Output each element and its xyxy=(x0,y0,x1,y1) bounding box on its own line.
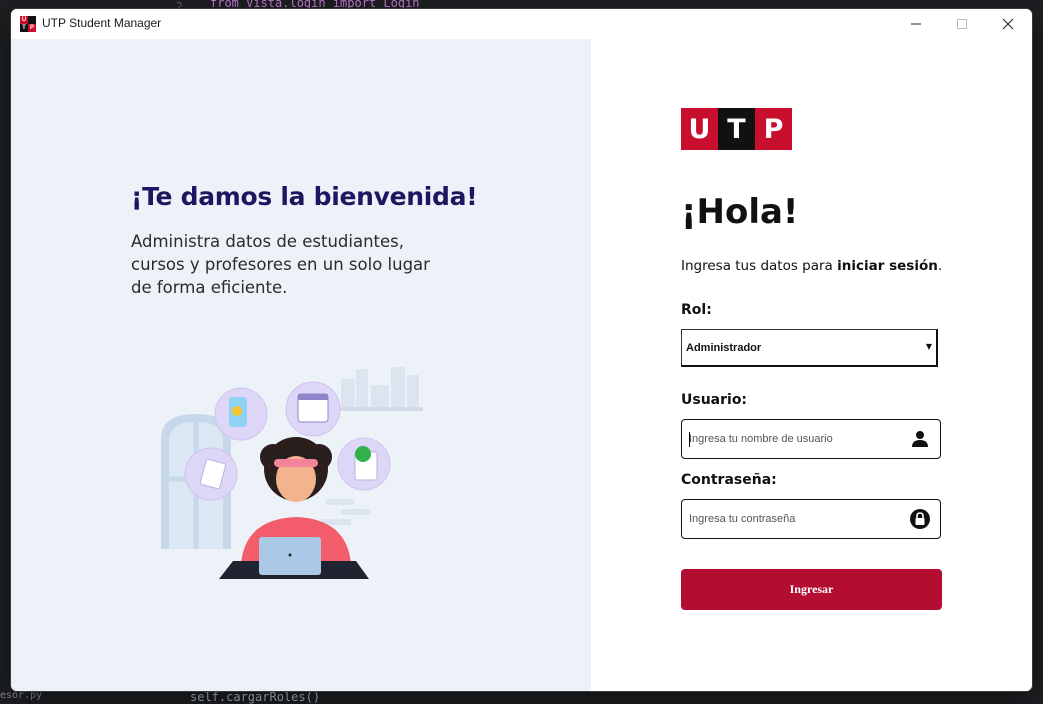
user-icon xyxy=(912,431,928,447)
maximize-button[interactable] xyxy=(939,9,985,39)
minimize-button[interactable] xyxy=(893,9,939,39)
student-laptop-illustration xyxy=(161,367,423,579)
password-input[interactable] xyxy=(689,511,899,527)
close-button[interactable] xyxy=(985,9,1031,39)
welcome-description: Administra datos de estudiantes, cursos … xyxy=(131,232,430,297)
login-instruction: Ingresa tus datos para iniciar sesión. xyxy=(681,258,943,274)
login-window: U T P UTP Student Manager ¡Te damos la b… xyxy=(10,8,1033,692)
role-select[interactable]: Administrador ▼ xyxy=(681,329,938,367)
maximize-icon xyxy=(957,19,967,29)
username-field[interactable] xyxy=(681,419,941,459)
password-label: Contraseña: xyxy=(681,472,777,488)
role-select-value: Administrador xyxy=(686,342,762,354)
password-field[interactable] xyxy=(681,499,941,539)
close-icon xyxy=(1002,18,1014,30)
greeting-heading: ¡Hola! xyxy=(681,192,799,232)
username-input[interactable] xyxy=(689,431,899,447)
editor-code-bottom: self.cargarRoles() xyxy=(190,690,321,704)
window-title: UTP Student Manager xyxy=(42,16,162,30)
lock-icon xyxy=(910,509,930,529)
dropdown-caret-icon: ▼ xyxy=(925,342,932,351)
user-label: Usuario: xyxy=(681,392,748,408)
login-button[interactable]: Ingresar xyxy=(681,569,942,610)
title-bar[interactable]: U T P UTP Student Manager xyxy=(11,9,1032,39)
login-panel: U T P ¡Hola! Ingresa tus datos para inic… xyxy=(591,39,1032,691)
utp-logo: U T P xyxy=(681,108,792,150)
role-label: Rol: xyxy=(681,302,712,318)
welcome-title: ¡Te damos la bienvenida! xyxy=(131,182,478,211)
app-logo-icon: U T P xyxy=(20,16,36,32)
minimize-icon xyxy=(911,23,921,25)
welcome-panel: ¡Te damos la bienvenida! Administra dato… xyxy=(11,39,591,691)
